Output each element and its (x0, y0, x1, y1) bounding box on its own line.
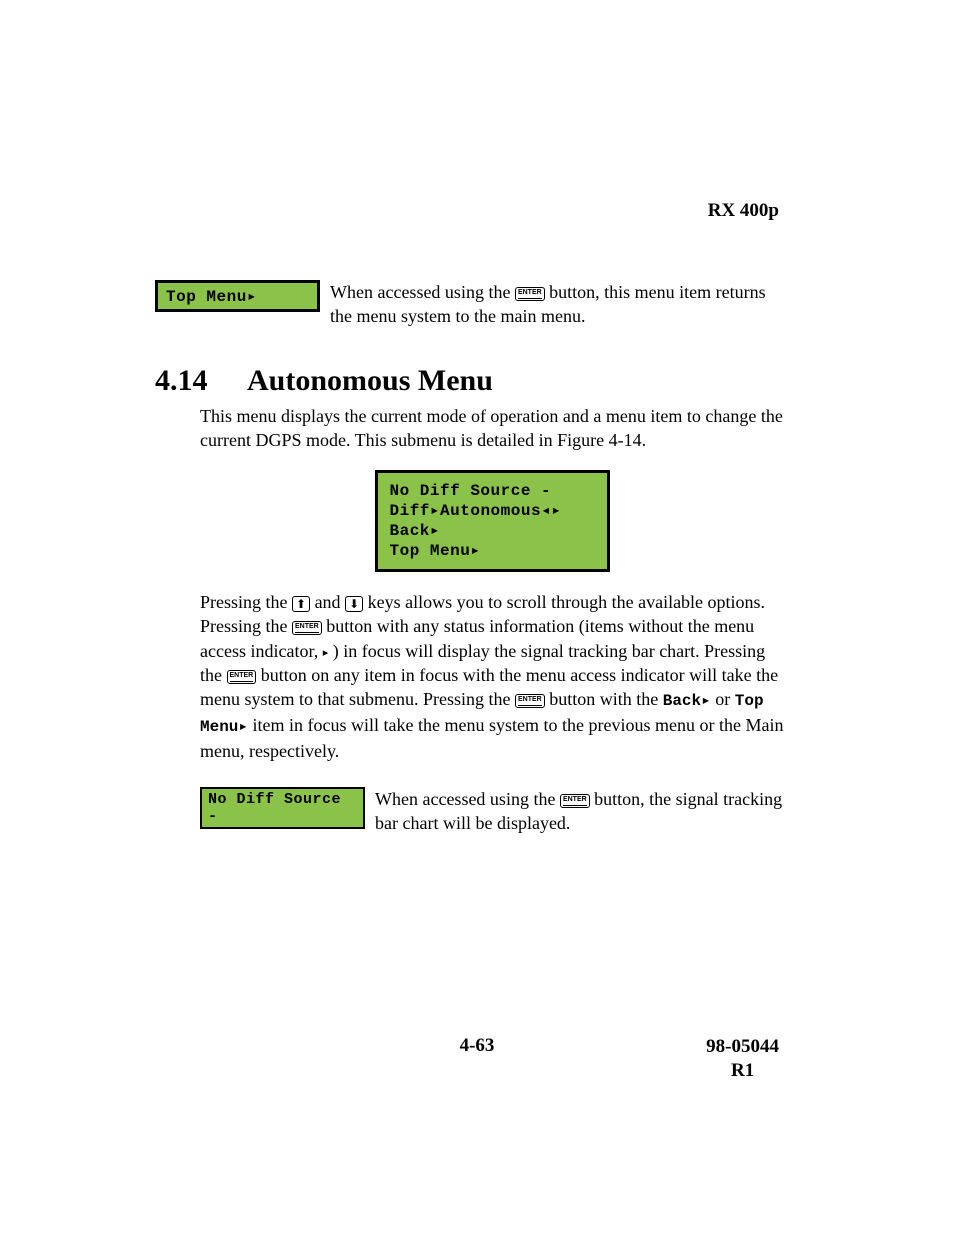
enter-button-icon: ENTER (292, 621, 322, 635)
header-model: RX 400p (708, 200, 779, 222)
lcd-line-2: Diff▸Autonomous◂▸ (390, 501, 595, 521)
doc-rev: R1 (706, 1059, 779, 1083)
no-diff-row: No Diff Source - When accessed using the… (200, 787, 784, 836)
inline-back-label: Back▸ (663, 692, 711, 710)
enter-button-icon: ENTER (560, 794, 590, 808)
lcd-screen: No Diff Source - Diff▸Autonomous◂▸ Back▸… (375, 470, 610, 572)
top-menu-row: Top Menu▸ When accessed using the ENTER … (155, 280, 784, 329)
text: Pressing the (200, 592, 292, 612)
heading-title: Autonomous Menu (247, 364, 493, 397)
top-menu-desc: When accessed using the ENTER button, th… (320, 280, 784, 329)
lcd-line-4: Top Menu▸ (390, 541, 595, 561)
enter-button-icon: ENTER (515, 694, 545, 708)
no-diff-desc: When accessed using the ENTER button, th… (365, 787, 784, 836)
intro-paragraph: This menu displays the current mode of o… (200, 404, 784, 453)
up-arrow-icon: ⬆ (292, 596, 310, 612)
doc-number: 98-05044 R1 (706, 1035, 779, 1083)
text: or (711, 689, 735, 709)
text: button with the (545, 689, 663, 709)
enter-button-icon: ENTER (227, 670, 257, 684)
heading-number: 4.14 (155, 364, 247, 398)
text: and (310, 592, 345, 612)
page-number: 4-63 (460, 1035, 495, 1057)
text: When accessed using the (375, 789, 560, 809)
lcd-line-1: No Diff Source - (390, 481, 595, 501)
enter-button-icon: ENTER (515, 287, 545, 301)
text: item in focus will take the menu system … (200, 715, 783, 761)
section-heading: 4.14Autonomous Menu (155, 364, 784, 398)
lcd-no-diff: No Diff Source - (200, 787, 365, 829)
lcd-line-3: Back▸ (390, 521, 595, 541)
lcd-top-menu: Top Menu▸ (155, 280, 320, 312)
text: When accessed using the (330, 282, 515, 302)
doc-id: 98-05044 (706, 1035, 779, 1059)
down-arrow-icon: ⬇ (345, 596, 363, 612)
body-paragraph: Pressing the ⬆ and ⬇ keys allows you to … (200, 590, 784, 763)
